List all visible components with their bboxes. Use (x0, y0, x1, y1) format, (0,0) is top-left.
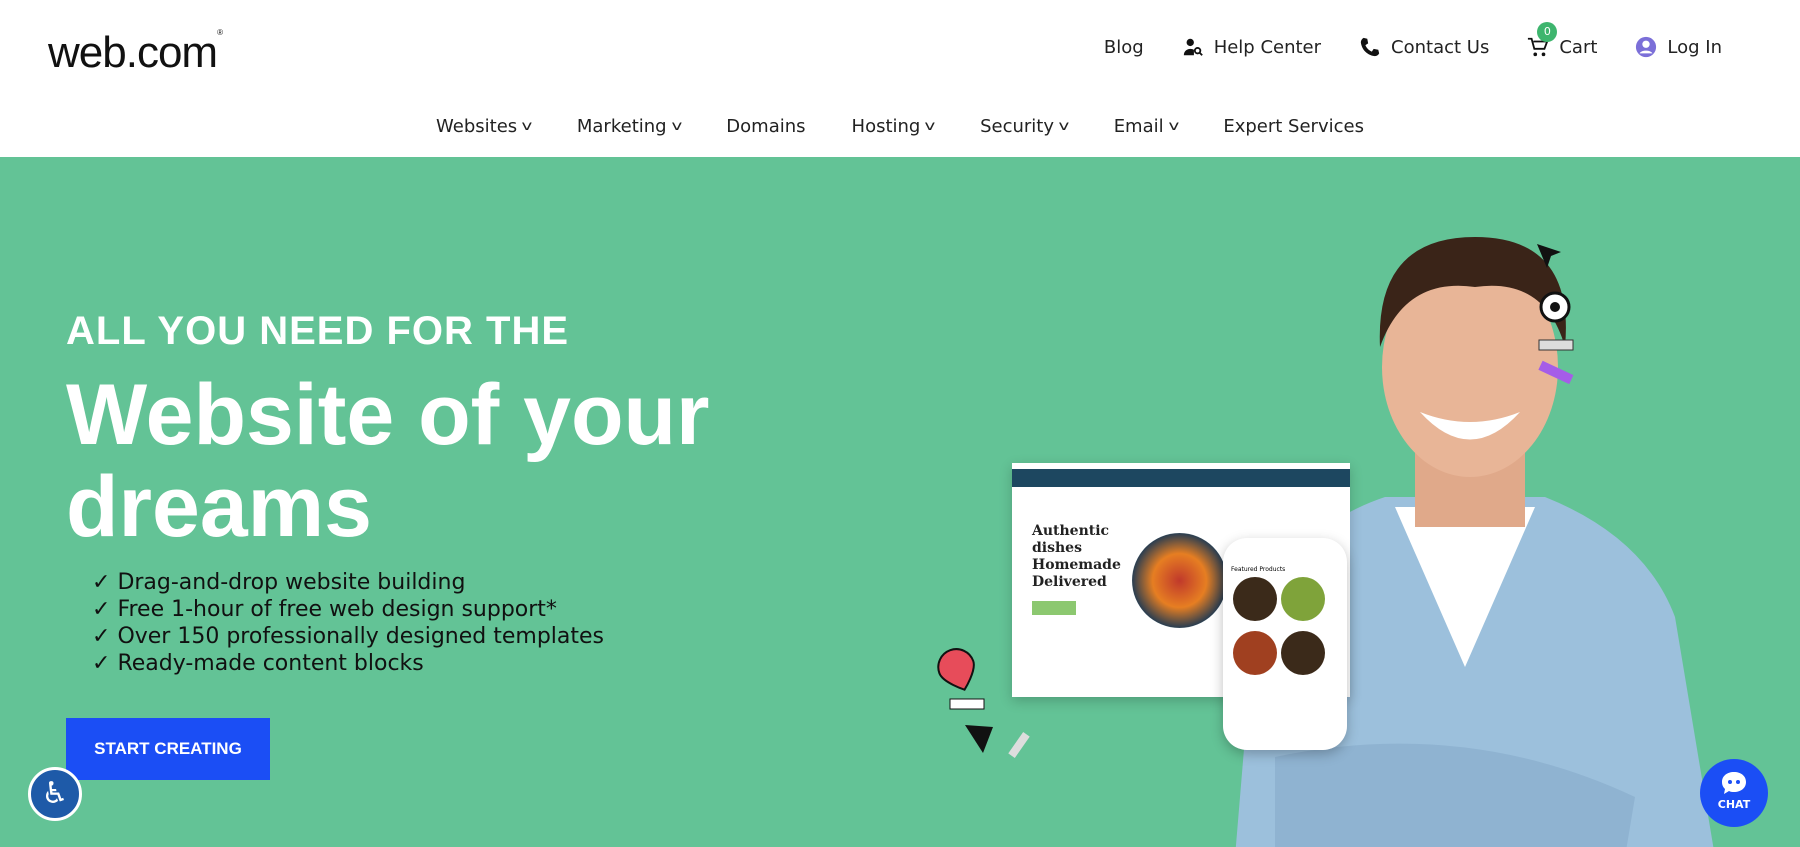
feature-list: Drag-and-drop website building Free 1-ho… (92, 569, 604, 677)
phone-icon (1360, 37, 1380, 57)
food-image (1132, 533, 1227, 628)
cart-badge: 0 (1537, 22, 1558, 42)
decorative-shapes (1537, 244, 1574, 385)
chevron-down-icon: v (924, 119, 936, 134)
hero-eyebrow: ALL YOU NEED FOR THE (66, 309, 570, 353)
hero-section: ALL YOU NEED FOR THE Website of your dre… (0, 157, 1800, 847)
nav-websites[interactable]: Websites v (436, 116, 533, 137)
help-center-link[interactable]: Help Center (1182, 36, 1321, 58)
chevron-down-icon: v (671, 119, 682, 134)
logo[interactable]: web.com® (48, 28, 223, 78)
accessibility-icon: ♿ (41, 776, 69, 811)
nav-marketing[interactable]: Marketing v (577, 116, 682, 137)
nav-security[interactable]: Security v (980, 116, 1070, 137)
nav-hosting[interactable]: Hosting v (852, 116, 936, 137)
start-creating-button[interactable]: START CREATING (66, 718, 270, 780)
feature-item: Over 150 professionally designed templat… (92, 623, 604, 650)
chevron-down-icon: v (1168, 119, 1179, 134)
site-header: web.com® Blog Help Center Contact Us 0 C… (0, 0, 1800, 157)
accessibility-button[interactable]: ♿ (28, 767, 82, 821)
chevron-down-icon: v (521, 119, 533, 134)
nav-email[interactable]: Email v (1114, 116, 1179, 137)
feature-item: Ready-made content blocks (92, 650, 604, 677)
main-nav: Websites v Marketing v Domains Hosting v Se… (0, 116, 1800, 137)
contact-us-link[interactable]: Contact Us (1359, 36, 1489, 58)
user-search-icon (1183, 38, 1203, 56)
mockup-title: Authentic dishes Homemade Delivered (1032, 523, 1121, 590)
cart-link[interactable]: 0 Cart (1527, 22, 1597, 58)
user-circle-icon (1636, 36, 1657, 58)
utility-nav: Blog Help Center Contact Us 0 Cart Log I… (1104, 22, 1722, 58)
blog-link[interactable]: Blog (1104, 37, 1144, 58)
chevron-down-icon: v (1058, 119, 1070, 134)
decorative-shapes (937, 648, 1030, 758)
chat-bubble-icon (1722, 772, 1746, 794)
phone-mockup: Featured Products (1223, 538, 1347, 750)
hero-title: Website of your dreams (66, 367, 710, 555)
nav-expert-services[interactable]: Expert Services (1223, 116, 1364, 137)
feature-item: Free 1-hour of free web design support* (92, 596, 604, 623)
login-link[interactable]: Log In (1635, 36, 1722, 58)
feature-item: Drag-and-drop website building (92, 569, 604, 596)
chat-button[interactable]: CHAT (1700, 759, 1768, 827)
nav-domains[interactable]: Domains (726, 116, 805, 137)
mockup-button (1032, 601, 1076, 615)
